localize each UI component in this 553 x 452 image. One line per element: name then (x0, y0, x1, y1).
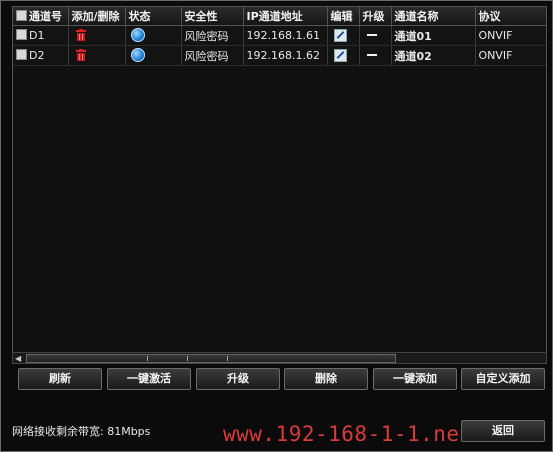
online-status-icon (130, 28, 145, 42)
one-click-add-button[interactable]: 一键添加 (373, 368, 457, 390)
one-click-activate-button[interactable]: 一键激活 (107, 368, 191, 390)
delete-cell (68, 45, 126, 66)
status-cell (125, 25, 182, 46)
upgrade-cell (359, 45, 392, 66)
header-security: 安全性 (181, 7, 244, 26)
scrollbar-grip (147, 356, 148, 361)
delete-button[interactable]: 删除 (284, 368, 368, 390)
protocol-cell: ONVIF (475, 25, 546, 46)
upgrade-button[interactable]: 升级 (196, 368, 280, 390)
header-edit: 编辑 (327, 7, 360, 26)
remaining-bandwidth-label: 网络接收剩余带宽: 81Mbps (12, 425, 151, 438)
header-protocol: 协议 (475, 7, 546, 26)
upgrade-unavailable-icon (366, 54, 377, 56)
select-all-checkbox[interactable] (16, 10, 27, 21)
upgrade-cell (359, 25, 392, 46)
header-channel-no[interactable]: 通道号 (13, 7, 69, 26)
custom-add-button[interactable]: 自定义添加 (461, 368, 545, 390)
trash-icon[interactable] (75, 29, 86, 41)
edit-icon[interactable] (333, 28, 347, 42)
table-row[interactable]: D2 风险密码 192.168.1.62 通道02 ONVIF (13, 45, 546, 66)
header-ip-address: IP通道地址 (243, 7, 328, 26)
security-cell: 风险密码 (181, 25, 244, 46)
scrollbar-grip (227, 356, 228, 361)
header-add-delete: 添加/删除 (68, 7, 126, 26)
row-checkbox[interactable] (16, 49, 27, 60)
scrollbar-thumb[interactable] (26, 354, 396, 363)
ip-camera-management-window: 通道号 添加/删除 状态 安全性 IP通道地址 编辑 升级 通道名称 协议 D1… (0, 0, 553, 452)
trash-icon[interactable] (75, 49, 86, 61)
channel-name-cell: 通道02 (391, 45, 476, 66)
channel-no-cell[interactable]: D1 (13, 25, 69, 46)
edit-cell (327, 45, 360, 66)
protocol-cell: ONVIF (475, 45, 546, 66)
delete-cell (68, 25, 126, 46)
edit-cell (327, 25, 360, 46)
row-checkbox[interactable] (16, 29, 27, 40)
channel-table-panel: 通道号 添加/删除 状态 安全性 IP通道地址 编辑 升级 通道名称 协议 D1… (12, 6, 547, 354)
scroll-left-arrow-icon[interactable]: ◀ (15, 354, 21, 363)
horizontal-scrollbar[interactable]: ◀ (12, 352, 547, 364)
upgrade-unavailable-icon (366, 34, 377, 36)
header-upgrade: 升级 (359, 7, 392, 26)
ip-address-cell: 192.168.1.61 (243, 25, 328, 46)
channel-name-cell: 通道01 (391, 25, 476, 46)
online-status-icon (130, 48, 145, 62)
channel-table: 通道号 添加/删除 状态 安全性 IP通道地址 编辑 升级 通道名称 协议 D1… (13, 7, 546, 66)
channel-no-cell[interactable]: D2 (13, 45, 69, 66)
table-header-row: 通道号 添加/删除 状态 安全性 IP通道地址 编辑 升级 通道名称 协议 (13, 7, 546, 26)
back-button[interactable]: 返回 (461, 420, 545, 442)
ip-address-cell: 192.168.1.62 (243, 45, 328, 66)
status-cell (125, 45, 182, 66)
action-button-row: 刷新 一键激活 升级 删除 一键添加 自定义添加 (18, 368, 546, 390)
scrollbar-grip (187, 356, 188, 361)
edit-icon[interactable] (333, 48, 347, 62)
security-cell: 风险密码 (181, 45, 244, 66)
header-status: 状态 (125, 7, 182, 26)
table-row[interactable]: D1 风险密码 192.168.1.61 通道01 ONVIF (13, 25, 546, 46)
refresh-button[interactable]: 刷新 (18, 368, 102, 390)
header-channel-name: 通道名称 (391, 7, 476, 26)
